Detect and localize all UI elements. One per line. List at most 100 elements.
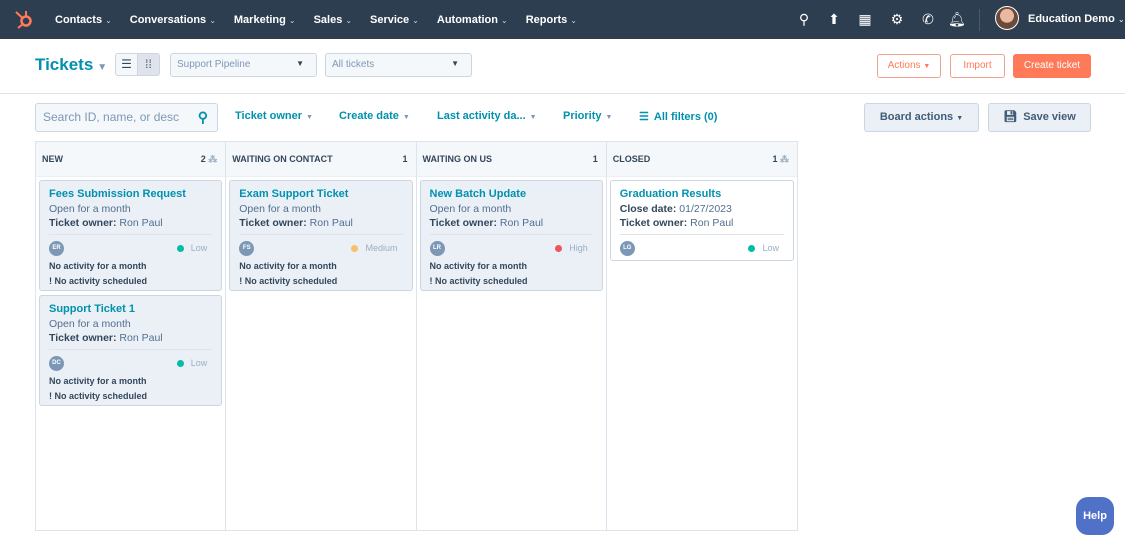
create-date-filter[interactable]: Create date ▼	[339, 110, 410, 122]
priority-badge: Low	[748, 243, 779, 253]
close-date-value: 01/27/2023	[679, 203, 732, 215]
filter-label: Priority	[563, 110, 602, 122]
save-view-button[interactable]: 💾︎ Save view	[988, 103, 1091, 132]
ticket-card[interactable]: Support Ticket 1 Open for a month Ticket o…	[39, 295, 223, 406]
priority-badge: Low	[176, 243, 207, 253]
user-avatar[interactable]	[995, 6, 1019, 30]
divider	[429, 234, 593, 235]
ticket-age: Open for a month	[239, 203, 321, 215]
count-value: 1	[772, 154, 778, 164]
ticket-title[interactable]: Fees Submission Request	[49, 188, 212, 200]
board-view-toggle[interactable]: ⁞⁞	[137, 53, 160, 76]
ticket-title[interactable]: New Batch Update	[430, 188, 593, 200]
owner-value: Ron Paul	[499, 217, 544, 229]
save-view-label: Save view	[1023, 111, 1076, 123]
automation-icon[interactable]: ⁂	[780, 154, 789, 164]
ticket-card[interactable]: Fees Submission Request Open for a month T…	[39, 180, 223, 291]
nav-service[interactable]: Service ⌄	[370, 14, 419, 26]
search-placeholder: Search ID, name, or desc	[43, 110, 180, 124]
calling-icon[interactable]: ✆	[920, 11, 936, 27]
pipeline-select[interactable]: Support Pipeline ▼	[170, 53, 317, 77]
marketplace-icon[interactable]: ▦	[857, 11, 873, 27]
view-select[interactable]: All tickets ▼	[325, 53, 472, 77]
all-filters-button[interactable]: ☰ All filters (0)	[639, 110, 717, 123]
hubspot-logo-icon[interactable]	[13, 8, 35, 30]
search-icon[interactable]: ⚲	[198, 109, 208, 126]
search-icon[interactable]: ⚲	[796, 11, 812, 27]
count-value: 2	[200, 154, 206, 164]
ticket-card[interactable]: Exam Support Ticket Open for a month Ticke…	[229, 180, 413, 291]
ticket-age: Open for a month	[49, 318, 131, 330]
column-header: WAITING ON CONTACT 1	[226, 142, 416, 177]
board-column: WAITING ON US 1 New Batch Update Open for …	[416, 142, 607, 530]
board-actions-button[interactable]: Board actions ▼	[864, 103, 979, 132]
actions-label: Actions	[887, 60, 921, 71]
last-activity-filter[interactable]: Last activity da... ▼	[437, 110, 537, 122]
filter-label: Last activity da...	[437, 110, 526, 122]
ticket-owner: Ticket owner: Ron Paul	[430, 217, 593, 229]
owner-label: Ticket owner:	[619, 217, 688, 229]
scheduled-activity: ! No activity scheduled	[49, 391, 148, 401]
priority-dot-icon	[351, 245, 359, 253]
ticket-age: Open for a month	[429, 203, 512, 215]
help-button[interactable]: Help	[1076, 497, 1114, 535]
page-header: Tickets ▼ ☰ ⁞⁞ Support Pipeline ▼ All tick…	[0, 39, 1125, 94]
last-activity: No activity for a month	[49, 261, 147, 271]
divider	[239, 234, 403, 235]
ticket-card[interactable]: Graduation Results Close date: 01/27/2023…	[609, 180, 794, 261]
chevron-down-icon: ⌄	[209, 15, 216, 25]
nav-sales[interactable]: Sales ⌄	[314, 14, 352, 26]
column-header: NEW 2 ⁂	[36, 142, 226, 177]
create-ticket-button[interactable]: Create ticket	[1013, 54, 1091, 78]
column-header: CLOSED 1 ⁂	[606, 142, 797, 177]
priority-label: Medium	[365, 243, 398, 253]
column-count: 1 ⁂	[772, 154, 789, 165]
column-name: WAITING ON US	[422, 154, 493, 164]
chevron-down-icon: ⌄	[288, 15, 296, 25]
title-text: Tickets	[35, 55, 94, 74]
board-column: WAITING ON CONTACT 1 Exam Support Ticket O…	[226, 142, 417, 530]
pipeline-value: Support Pipeline	[177, 59, 251, 70]
nav-label: Automation	[436, 13, 498, 26]
nav-label: Sales	[313, 13, 343, 26]
actions-button[interactable]: Actions ▼	[877, 54, 941, 78]
list-view-toggle[interactable]: ☰	[115, 53, 138, 76]
priority-filter[interactable]: Priority ▼	[563, 110, 612, 122]
column-name: CLOSED	[612, 154, 651, 164]
caret-down-icon: ▼	[306, 114, 313, 121]
ticket-owner-filter[interactable]: Ticket owner ▼	[235, 110, 313, 122]
avatar: LR	[429, 241, 445, 256]
column-count: 2 ⁂	[201, 154, 218, 165]
caret-down-icon: ▼	[923, 63, 931, 70]
ticket-title[interactable]: Support Ticket 1	[49, 303, 212, 315]
column-name: WAITING ON CONTACT	[232, 154, 333, 164]
chevron-down-icon: ⌄	[500, 15, 508, 25]
caret-down-icon: ▼	[97, 62, 108, 73]
upgrade-icon[interactable]: ⬆	[826, 11, 842, 27]
close-label: Close date:	[619, 203, 677, 215]
ticket-card[interactable]: New Batch Update Open for a month Ticket o…	[419, 180, 603, 291]
chevron-down-icon: ⌄	[570, 15, 577, 25]
settings-gear-icon[interactable]: ⚙	[889, 11, 905, 27]
owner-label: Ticket owner:	[429, 217, 498, 229]
account-menu[interactable]: Education Demo ⌄	[1028, 13, 1125, 25]
scheduled-activity: ! No activity scheduled	[49, 276, 148, 286]
nav-reports[interactable]: Reports ⌄	[526, 14, 577, 26]
automation-icon[interactable]: ⁂	[208, 154, 217, 164]
ticket-title[interactable]: Exam Support Ticket	[239, 188, 402, 200]
ticket-owner: Ticket owner: Ron Paul	[620, 217, 784, 229]
owner-label: Ticket owner:	[49, 217, 117, 229]
priority-label: Low	[762, 243, 779, 253]
page-title[interactable]: Tickets ▼	[35, 55, 107, 75]
notifications-bell-icon[interactable]: 🔔︎	[948, 11, 966, 27]
ticket-title[interactable]: Graduation Results	[620, 188, 784, 200]
nav-contacts[interactable]: Contacts ⌄	[55, 14, 112, 26]
nav-marketing[interactable]: Marketing ⌄	[234, 14, 296, 26]
search-input[interactable]: Search ID, name, or desc ⚲	[35, 103, 218, 132]
last-activity: No activity for a month	[239, 261, 337, 271]
import-button[interactable]: Import	[950, 54, 1005, 78]
nav-automation[interactable]: Automation ⌄	[437, 14, 508, 26]
nav-conversations[interactable]: Conversations ⌄	[130, 14, 216, 26]
avatar: DC	[49, 356, 64, 371]
avatar: FS	[239, 241, 255, 256]
